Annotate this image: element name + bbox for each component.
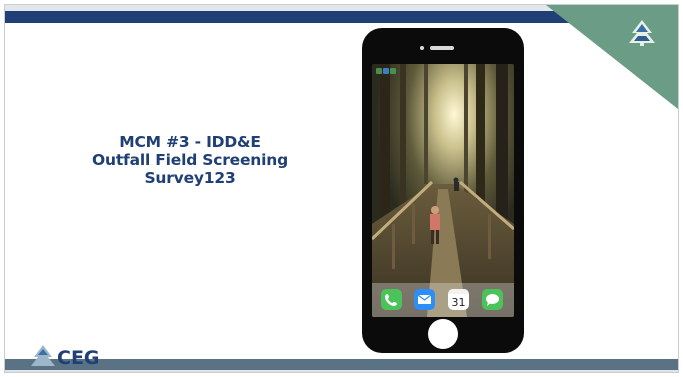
phone-camera	[420, 46, 424, 50]
bottom-bar-light	[5, 370, 678, 372]
status-icons	[376, 68, 396, 74]
phone-app-icon[interactable]	[381, 289, 402, 310]
ceg-logo-icon: CEG	[31, 345, 100, 369]
tree-logo-icon	[629, 20, 655, 46]
phone-speaker	[430, 46, 454, 50]
title-line-3: Survey123	[144, 169, 236, 187]
ceg-logo-text: CEG	[57, 347, 100, 369]
forest-wallpaper	[372, 64, 514, 317]
title-line-2: Outfall Field Screening	[92, 151, 288, 169]
corner-triangle	[546, 5, 678, 109]
phone-dock: 31	[372, 283, 514, 317]
home-button[interactable]	[428, 319, 458, 349]
title-line-1: MCM #3 - IDD&E	[119, 133, 261, 151]
phone-mockup: 31	[362, 28, 524, 353]
messages-app-icon[interactable]	[482, 289, 503, 310]
slide-title: MCM #3 - IDD&E Outfall Field Screening S…	[75, 133, 305, 187]
slide-frame: MCM #3 - IDD&E Outfall Field Screening S…	[4, 4, 679, 373]
calendar-day: 31	[452, 296, 466, 309]
calendar-app-icon[interactable]: 31	[448, 289, 469, 310]
mail-app-icon[interactable]	[414, 289, 435, 310]
phone-screen: 31	[372, 64, 514, 317]
